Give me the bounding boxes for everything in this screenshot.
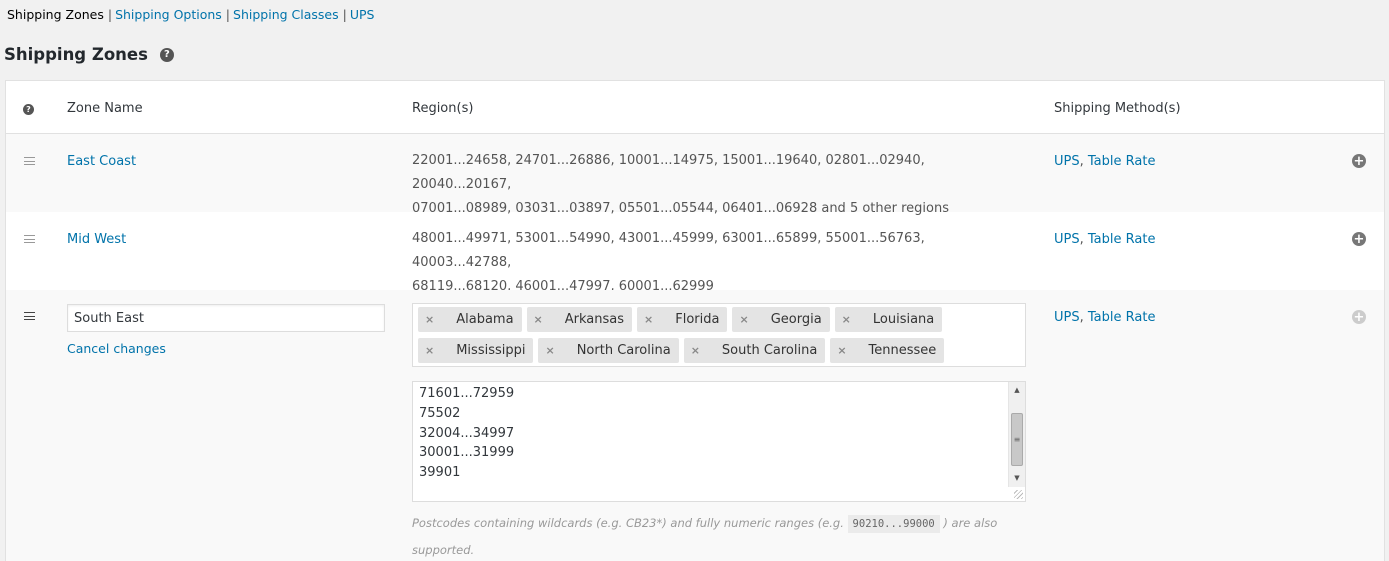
subnav-shipping-options[interactable]: Shipping Options <box>115 7 222 22</box>
column-help-icon[interactable]: ? <box>23 104 34 115</box>
remove-chip-icon[interactable]: × <box>842 313 851 326</box>
regions-select[interactable]: × Alabama × Arkansas × Florida × Georgia × Lo… <box>412 303 1026 367</box>
scroll-thumb[interactable]: ≡ <box>1011 413 1023 466</box>
remove-chip-icon[interactable]: × <box>545 344 554 357</box>
add-method-icon[interactable]: + <box>1352 232 1366 246</box>
zone-methods: UPS, Table Rate <box>1054 232 1156 247</box>
shipping-zones-table: ? Zone Name Region(s) Shipping Method(s)… <box>5 80 1385 561</box>
zone-regions: 22001...24658, 24701...26886, 10001...14… <box>412 153 949 216</box>
region-chip: × Alabama <box>418 307 522 332</box>
zone-row-mid-west: Mid West 48001...49971, 53001...54990, 4… <box>6 212 1384 294</box>
zone-regions: 48001...49971, 53001...54990, 43001...45… <box>412 231 925 294</box>
textarea-scrollbar[interactable]: ▲ ≡ ▼ <box>1008 382 1025 487</box>
region-chip: × Arkansas <box>526 307 633 332</box>
column-regions: Region(s) <box>412 101 474 116</box>
region-chip: × Georgia <box>732 307 830 332</box>
remove-chip-icon[interactable]: × <box>739 313 748 326</box>
resize-handle-icon[interactable] <box>1014 490 1023 499</box>
remove-chip-icon[interactable]: × <box>644 313 653 326</box>
region-chip: × South Carolina <box>683 338 826 363</box>
column-zone-name: Zone Name <box>67 101 143 116</box>
zone-name-input[interactable] <box>67 304 385 332</box>
page-title: Shipping Zones <box>4 45 148 64</box>
zone-name-link[interactable]: East Coast <box>67 154 136 169</box>
column-shipping-methods: Shipping Method(s) <box>1054 101 1181 116</box>
page-heading: Shipping Zones ? <box>4 45 174 64</box>
subnav-shipping-classes[interactable]: Shipping Classes <box>233 7 339 22</box>
zone-methods: UPS, Table Rate <box>1054 310 1156 325</box>
table-header: ? Zone Name Region(s) Shipping Method(s) <box>6 81 1384 134</box>
method-table-rate-link[interactable]: Table Rate <box>1088 310 1156 325</box>
method-table-rate-link[interactable]: Table Rate <box>1088 232 1156 247</box>
postcodes-hint: Postcodes containing wildcards (e.g. CB2… <box>412 515 998 557</box>
method-ups-link[interactable]: UPS <box>1054 154 1080 169</box>
add-method-icon[interactable]: + <box>1352 154 1366 168</box>
region-chip: × Mississippi <box>418 338 534 363</box>
shipping-subnav: Shipping Zones | Shipping Options | Shipping… <box>7 7 375 22</box>
postcodes-textarea[interactable]: 71601...72959 75502 32004...34997 30001.… <box>412 381 1026 502</box>
subnav-ups[interactable]: UPS <box>350 7 375 22</box>
remove-chip-icon[interactable]: × <box>534 313 543 326</box>
add-method-icon: + <box>1352 309 1366 325</box>
zone-methods: UPS, Table Rate <box>1054 154 1156 169</box>
help-icon[interactable]: ? <box>159 47 174 62</box>
scroll-down-icon[interactable]: ▼ <box>1009 470 1025 486</box>
drag-handle-icon[interactable] <box>24 235 35 243</box>
method-ups-link[interactable]: UPS <box>1054 232 1080 247</box>
remove-chip-icon[interactable]: × <box>425 313 434 326</box>
method-ups-link[interactable]: UPS <box>1054 310 1080 325</box>
zone-name-link[interactable]: Mid West <box>67 232 126 247</box>
remove-chip-icon[interactable]: × <box>425 344 434 357</box>
cancel-changes-link[interactable]: Cancel changes <box>67 341 166 356</box>
subnav-shipping-zones[interactable]: Shipping Zones <box>7 7 104 22</box>
region-chip: × Tennessee <box>830 338 945 363</box>
zone-row-east-coast: East Coast 22001...24658, 24701...26886,… <box>6 134 1384 216</box>
remove-chip-icon[interactable]: × <box>837 344 846 357</box>
drag-handle-icon[interactable] <box>24 157 35 165</box>
region-chip: × North Carolina <box>538 338 679 363</box>
region-chip: × Florida <box>637 307 728 332</box>
remove-chip-icon[interactable]: × <box>691 344 700 357</box>
region-chip: × Louisiana <box>834 307 943 332</box>
zone-row-south-east-editing: Cancel changes ×Alabama ×Arkansas ×Flori… <box>6 290 1384 561</box>
drag-handle-icon[interactable] <box>24 312 35 320</box>
scroll-up-icon[interactable]: ▲ <box>1009 382 1025 398</box>
method-table-rate-link[interactable]: Table Rate <box>1088 154 1156 169</box>
hint-code-example: 90210...99000 <box>847 515 940 533</box>
